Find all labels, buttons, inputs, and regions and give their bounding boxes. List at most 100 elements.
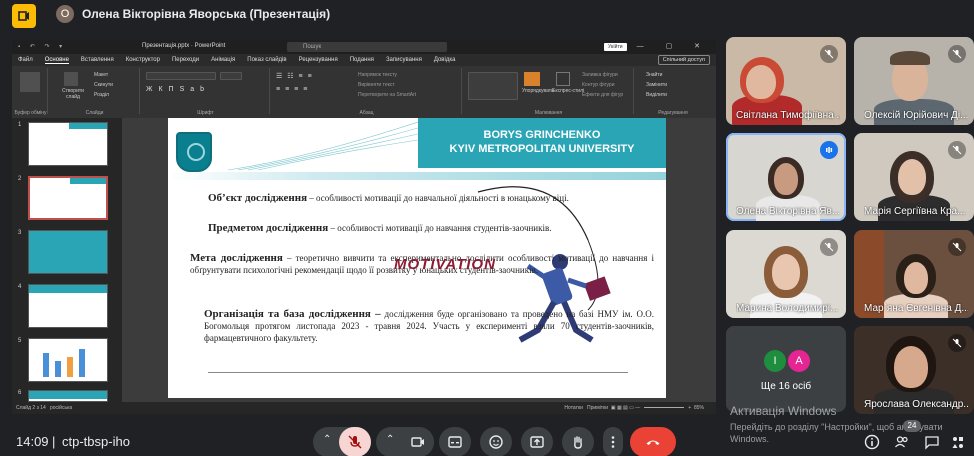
font-size-select[interactable] (220, 72, 242, 80)
captions-icon (448, 436, 462, 448)
participant-tile[interactable]: Марія Сергіївна Кра... (854, 133, 974, 221)
shapes-gallery[interactable] (468, 72, 518, 100)
participant-tile[interactable]: Ярослава Олександр... (854, 326, 974, 414)
subject-text: – особливості мотивації до навчання студ… (328, 223, 552, 233)
separator: | (52, 434, 56, 449)
find-button[interactable]: Знайти (646, 72, 662, 78)
layout-button[interactable]: Макет (94, 72, 108, 78)
slide-thumbnail[interactable] (28, 230, 108, 274)
university-crest-icon (176, 132, 212, 172)
menu-insert[interactable]: Вставлення (81, 57, 114, 63)
quick-styles-button[interactable]: Експрес-стилі (552, 88, 584, 94)
slide-thumbnail[interactable] (28, 284, 108, 328)
menu-animations[interactable]: Анімація (211, 57, 235, 63)
info-icon[interactable] (864, 434, 880, 450)
text-direction-button[interactable]: Напрямок тексту (358, 72, 397, 78)
ppt-search-input[interactable]: Пошук (287, 42, 447, 52)
leave-call-button[interactable] (630, 427, 676, 456)
org-label: Організація та база дослідження – (204, 308, 381, 320)
replace-button[interactable]: Замінити (646, 82, 667, 88)
slide-thumbnail[interactable] (28, 390, 108, 402)
object-text: – особливості мотивації до навчальної ді… (307, 193, 569, 203)
thumb-number: 6 (18, 390, 22, 396)
quick-styles-icon[interactable] (556, 72, 570, 86)
wave-lines-decoration (228, 121, 418, 171)
speaking-indicator-icon (820, 141, 838, 159)
shape-fill-button[interactable]: Заливка фігури (582, 72, 618, 78)
present-button[interactable] (521, 427, 553, 456)
presenter-title: Олена Вікторівна Яворська (Презентація) (82, 7, 331, 21)
slide-thumbnail[interactable] (28, 338, 108, 382)
chat-icon[interactable] (924, 434, 940, 450)
shape-effects-button[interactable]: Ефекти для фігур (582, 92, 623, 98)
menu-home[interactable]: Основне (44, 57, 69, 64)
ribbon-slides-label: Слайди (85, 110, 104, 116)
top-bar: О Олена Вікторівна Яворська (Презентація… (0, 0, 974, 32)
participant-tile[interactable]: Світлана Тимофіївна ... (726, 37, 846, 125)
slide-thumbnail[interactable] (28, 122, 108, 166)
shape-outline-button[interactable]: Контур фігури (582, 82, 614, 88)
menu-record[interactable]: Записування (386, 57, 422, 63)
more-participants-tile[interactable]: I A Ще 16 осіб (726, 326, 846, 412)
slide-canvas: BORYS GRINCHENKO KYIV METROPOLITAN UNIVE… (122, 118, 716, 402)
current-slide[interactable]: BORYS GRINCHENKO KYIV METROPOLITAN UNIVE… (168, 118, 666, 398)
zoom-level[interactable]: 85% (694, 405, 704, 411)
zoom-slider[interactable] (644, 407, 685, 409)
present-screen-icon (530, 436, 544, 448)
slide-thumbnail-selected[interactable] (28, 176, 108, 220)
reactions-button[interactable] (480, 427, 512, 456)
window-controls[interactable]: ▭ — ▢ ✕ (608, 42, 710, 50)
comments-button[interactable]: Примітки (587, 405, 608, 411)
align-text-button[interactable]: Вирівняти текст (358, 82, 395, 88)
clock: 14:09 (16, 434, 49, 449)
select-button[interactable]: Виділити (646, 92, 667, 98)
participant-name: Марія Сергіївна Кра... (864, 206, 966, 217)
slide-teal-band (168, 172, 666, 180)
mic-toggle-button[interactable] (339, 427, 371, 456)
list-buttons[interactable]: ☰☷≡≡ (276, 72, 317, 80)
notes-button[interactable]: Нотатки (564, 405, 582, 411)
meet-logo-icon (12, 4, 36, 28)
captions-button[interactable] (439, 427, 471, 456)
share-button[interactable]: Спільний доступ (657, 55, 710, 65)
header-line-2: KYIV METROPOLITAN UNIVERSITY (449, 143, 635, 155)
participant-tile[interactable]: Марина Володимирі... (726, 230, 846, 318)
camera-icon (411, 437, 424, 447)
reset-button[interactable]: Скинути (94, 82, 113, 88)
menu-transitions[interactable]: Переходи (172, 57, 199, 63)
paste-icon[interactable] (20, 72, 40, 92)
mic-options-chevron-icon[interactable]: ⌃ (323, 434, 331, 445)
people-icon[interactable] (894, 434, 910, 450)
new-slide-icon[interactable] (64, 72, 78, 86)
arrange-icon[interactable] (524, 72, 540, 86)
participant-name: Олена Вікторівна Яв... (736, 206, 840, 217)
camera-toggle-button[interactable] (402, 427, 434, 456)
thumb-number: 1 (18, 122, 22, 128)
menu-design[interactable]: Конструктор (126, 57, 160, 63)
convert-smartart-button[interactable]: Перетворити на SmartArt (358, 92, 416, 98)
section-button[interactable]: Розділ (94, 92, 109, 98)
meeting-code: ctp-tbsp-iho (62, 434, 130, 449)
participant-tile[interactable]: Олексій Юрійович Ді... (854, 37, 974, 125)
ribbon-slides: Створити слайд Макет Скинути Розділ Слай… (50, 68, 140, 116)
menu-help[interactable]: Довідка (434, 57, 456, 63)
participant-tile-active[interactable]: Олена Вікторівна Яв... (726, 133, 846, 221)
font-format-buttons[interactable]: ЖКПSab (146, 86, 210, 93)
menu-view[interactable]: Подання (350, 57, 374, 63)
slide-thumbnails-panel[interactable]: 1 2 3 4 5 6 (12, 118, 122, 402)
camera-options-chevron-icon[interactable]: ⌃ (386, 434, 394, 445)
align-buttons[interactable]: ≡≡≡≡ (276, 86, 312, 93)
create-slide-button[interactable]: Створити слайд (58, 88, 88, 100)
menu-slideshow[interactable]: Показ слайдів (247, 57, 286, 63)
raise-hand-button[interactable] (562, 427, 594, 456)
menu-review[interactable]: Рецензування (299, 57, 338, 63)
header-line-1: BORYS GRINCHENKO (483, 129, 601, 141)
menu-file[interactable]: Файл (18, 57, 33, 63)
ribbon-paragraph: ☰☷≡≡ ≡≡≡≡ Напрямок тексту Вирівняти текс… (272, 68, 462, 116)
participant-tile[interactable]: Мар`яна Євгенівна Д... (854, 230, 974, 318)
font-name-select[interactable] (146, 72, 216, 80)
ppt-workspace: 1 2 3 4 5 6 BORYS GRINCHENKO KYIV METROP… (12, 118, 716, 402)
more-options-button[interactable] (603, 427, 623, 456)
arrange-button[interactable]: Упорядкувати (522, 88, 554, 94)
activities-icon[interactable] (950, 434, 966, 450)
